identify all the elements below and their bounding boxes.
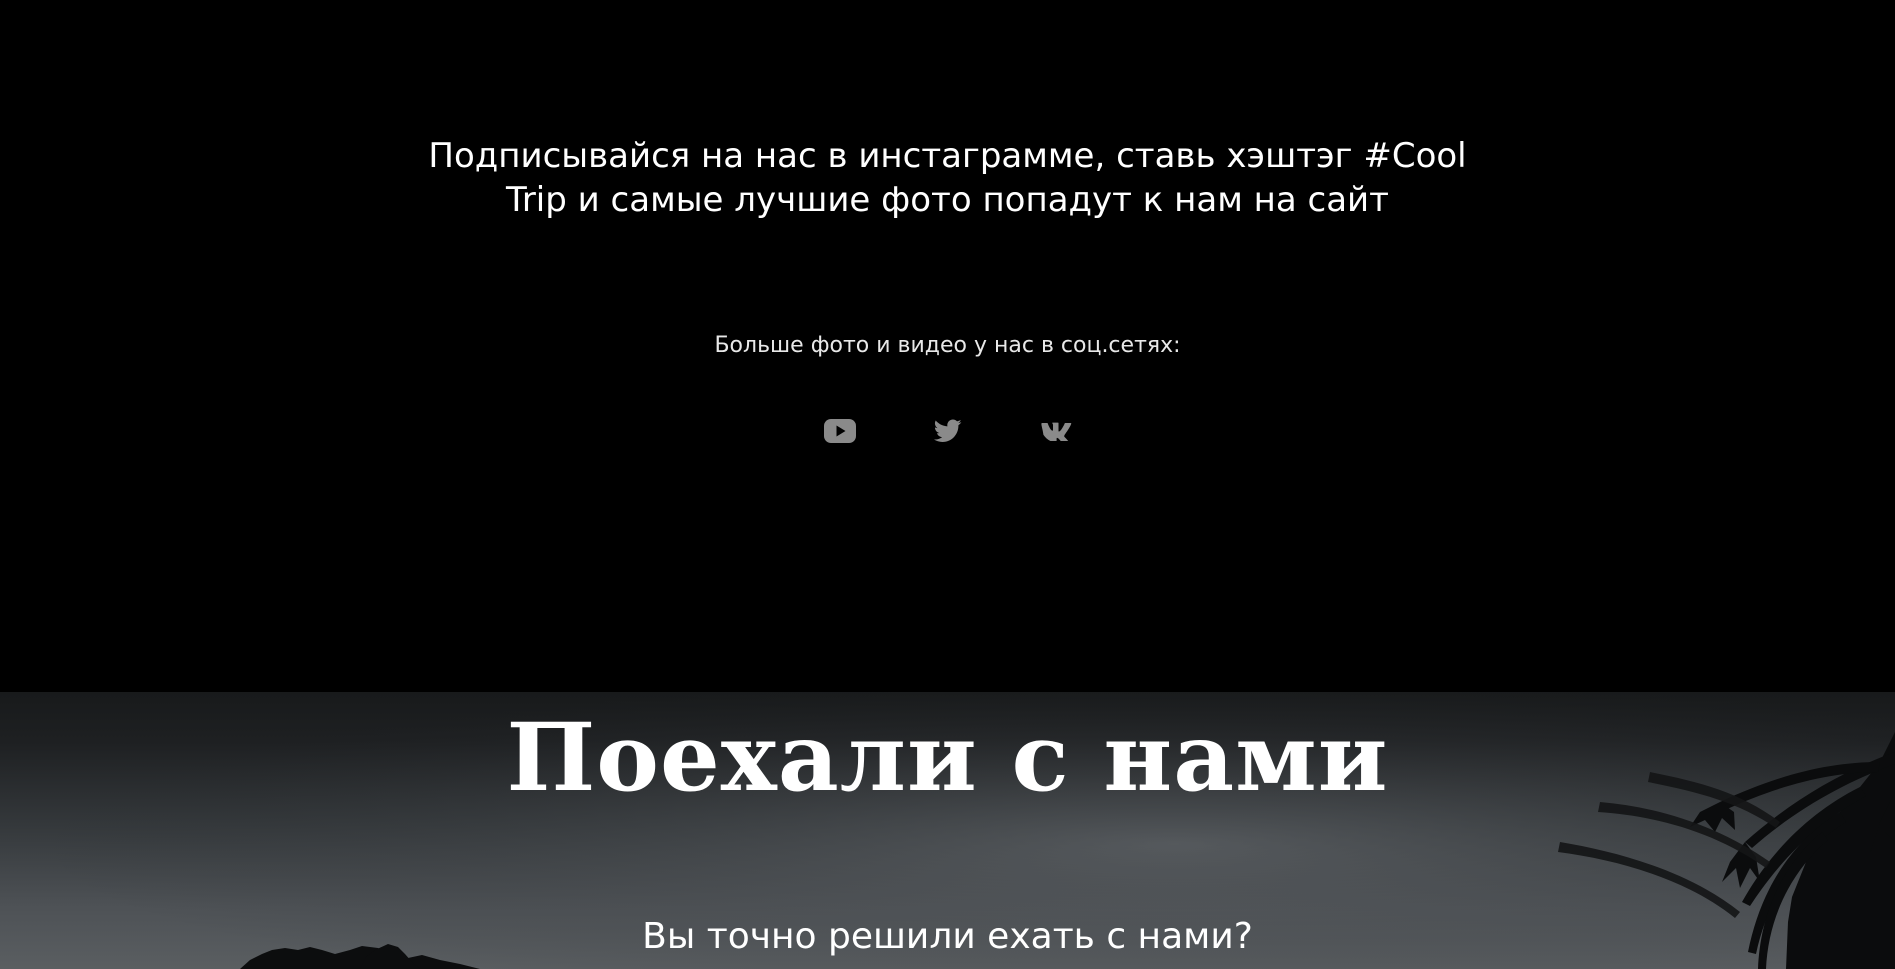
youtube-link[interactable] (823, 415, 856, 447)
instagram-invite-text: Подписывайся на нас в инстаграмме, ставь… (0, 134, 1895, 222)
twitter-link[interactable] (932, 415, 964, 447)
page: Подписывайся на нас в инстаграмме, ставь… (0, 0, 1895, 969)
social-links (0, 414, 1895, 448)
twitter-icon (933, 419, 962, 442)
vk-icon (1040, 422, 1071, 441)
hero-question: Вы точно решили ехать с нами? (642, 916, 1253, 957)
youtube-icon (823, 419, 856, 443)
instagram-section: Подписывайся на нас в инстаграмме, ставь… (0, 0, 1895, 692)
hero-title: Поехали с нами (506, 703, 1389, 813)
instagram-invite-line-2: Trip и самые лучшие фото попадут к нам н… (506, 180, 1389, 220)
vk-link[interactable] (1040, 415, 1072, 447)
social-caption: Больше фото и видео у нас в соц.сетях: (714, 333, 1181, 358)
instagram-invite-line-1: Подписывайся на нас в инстаграмме, ставь… (428, 136, 1467, 176)
hero-section: Поехали с нами Вы точно решили ехать с н… (0, 692, 1895, 969)
